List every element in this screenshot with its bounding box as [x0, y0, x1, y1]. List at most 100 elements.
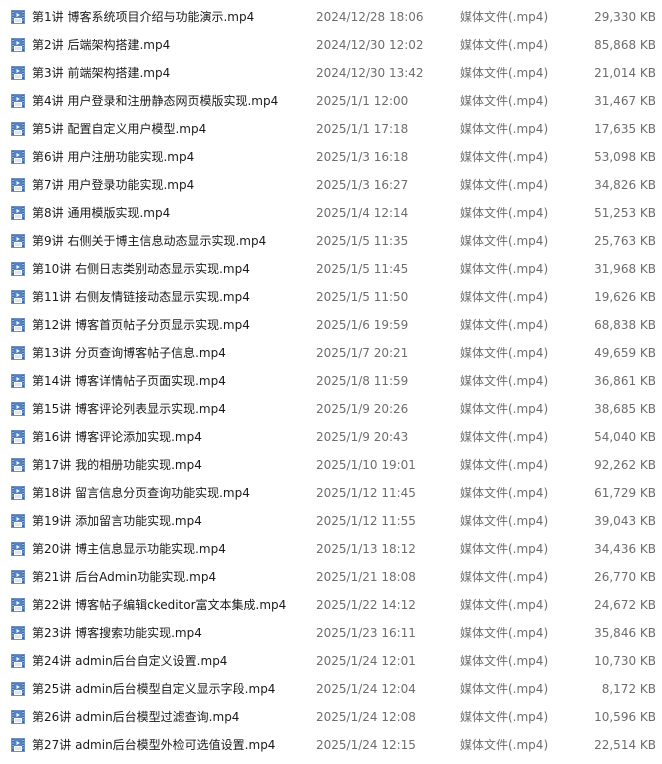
file-size: 92,262 KB [594, 458, 656, 472]
file-type: 媒体文件(.mp4) [460, 710, 549, 724]
video-file-icon [10, 233, 26, 249]
video-file-icon [10, 401, 26, 417]
file-modified-date: 2025/1/3 16:27 [316, 178, 409, 192]
file-type: 媒体文件(.mp4) [460, 682, 549, 696]
file-row[interactable]: 第20讲 博主信息显示功能实现.mp4 2025/1/13 18:12 媒体文件… [0, 535, 662, 563]
file-size: 38,685 KB [594, 402, 656, 416]
video-file-icon [10, 317, 26, 333]
file-name: 第11讲 右侧友情链接动态显示实现.mp4 [32, 290, 250, 304]
file-name: 第18讲 留言信息分页查询功能实现.mp4 [32, 486, 250, 500]
file-size: 26,770 KB [594, 570, 656, 584]
file-modified-date: 2025/1/1 12:00 [316, 94, 409, 108]
file-name: 第3讲 前端架构搭建.mp4 [32, 66, 171, 80]
file-modified-date: 2025/1/24 12:08 [316, 710, 416, 724]
file-name: 第7讲 用户登录功能实现.mp4 [32, 178, 195, 192]
file-modified-date: 2025/1/1 17:18 [316, 122, 409, 136]
file-name: 第26讲 admin后台模型过滤查询.mp4 [32, 710, 240, 724]
file-row[interactable]: 第26讲 admin后台模型过滤查询.mp4 2025/1/24 12:08 媒… [0, 703, 662, 731]
file-size: 68,838 KB [594, 318, 656, 332]
file-row[interactable]: 第25讲 admin后台模型自定义显示字段.mp4 2025/1/24 12:0… [0, 675, 662, 703]
video-file-icon [10, 625, 26, 641]
file-name: 第10讲 右侧日志类别动态显示实现.mp4 [32, 262, 250, 276]
file-row[interactable]: 第24讲 admin后台自定义设置.mp4 2025/1/24 12:01 媒体… [0, 647, 662, 675]
file-modified-date: 2025/1/13 18:12 [316, 542, 416, 556]
file-row[interactable]: 第11讲 右侧友情链接动态显示实现.mp4 2025/1/5 11:50 媒体文… [0, 283, 662, 311]
file-row[interactable]: 第9讲 右侧关于博主信息动态显示实现.mp4 2025/1/5 11:35 媒体… [0, 227, 662, 255]
file-row[interactable]: 第2讲 后端架构搭建.mp4 2024/12/30 12:02 媒体文件(.mp… [0, 31, 662, 59]
file-row[interactable]: 第8讲 通用模版实现.mp4 2025/1/4 12:14 媒体文件(.mp4)… [0, 199, 662, 227]
file-name: 第2讲 后端架构搭建.mp4 [32, 38, 171, 52]
file-type: 媒体文件(.mp4) [460, 178, 549, 192]
video-file-icon [10, 485, 26, 501]
file-row[interactable]: 第19讲 添加留言功能实现.mp4 2025/1/12 11:55 媒体文件(.… [0, 507, 662, 535]
file-type: 媒体文件(.mp4) [460, 38, 549, 52]
file-row[interactable]: 第22讲 博客帖子编辑ckeditor富文本集成.mp4 2025/1/22 1… [0, 591, 662, 619]
file-row[interactable]: 第6讲 用户注册功能实现.mp4 2025/1/3 16:18 媒体文件(.mp… [0, 143, 662, 171]
file-row[interactable]: 第12讲 博客首页帖子分页显示实现.mp4 2025/1/6 19:59 媒体文… [0, 311, 662, 339]
file-list: 第1讲 博客系统项目介绍与功能演示.mp4 2024/12/28 18:06 媒… [0, 0, 662, 759]
file-row[interactable]: 第16讲 博客评论添加实现.mp4 2025/1/9 20:43 媒体文件(.m… [0, 423, 662, 451]
file-row[interactable]: 第15讲 博客评论列表显示实现.mp4 2025/1/9 20:26 媒体文件(… [0, 395, 662, 423]
file-modified-date: 2025/1/22 14:12 [316, 598, 416, 612]
file-modified-date: 2025/1/23 16:11 [316, 626, 416, 640]
file-row[interactable]: 第3讲 前端架构搭建.mp4 2024/12/30 13:42 媒体文件(.mp… [0, 59, 662, 87]
video-file-icon [10, 37, 26, 53]
file-row[interactable]: 第23讲 博客搜索功能实现.mp4 2025/1/23 16:11 媒体文件(.… [0, 619, 662, 647]
file-modified-date: 2024/12/30 13:42 [316, 66, 424, 80]
video-file-icon [10, 513, 26, 529]
file-modified-date: 2025/1/4 12:14 [316, 206, 409, 220]
file-size: 53,098 KB [594, 150, 656, 164]
video-file-icon [10, 261, 26, 277]
file-name: 第25讲 admin后台模型自定义显示字段.mp4 [32, 682, 276, 696]
file-row[interactable]: 第14讲 博客详情帖子页面实现.mp4 2025/1/8 11:59 媒体文件(… [0, 367, 662, 395]
file-row[interactable]: 第4讲 用户登录和注册静态网页模版实现.mp4 2025/1/1 12:00 媒… [0, 87, 662, 115]
file-type: 媒体文件(.mp4) [460, 10, 549, 24]
video-file-icon [10, 345, 26, 361]
video-file-icon [10, 597, 26, 613]
file-name: 第27讲 admin后台模型外检可选值设置.mp4 [32, 738, 276, 752]
file-row[interactable]: 第7讲 用户登录功能实现.mp4 2025/1/3 16:27 媒体文件(.mp… [0, 171, 662, 199]
file-name: 第15讲 博客评论列表显示实现.mp4 [32, 402, 226, 416]
file-name: 第8讲 通用模版实现.mp4 [32, 206, 171, 220]
file-row[interactable]: 第5讲 配置自定义用户模型.mp4 2025/1/1 17:18 媒体文件(.m… [0, 115, 662, 143]
file-name: 第1讲 博客系统项目介绍与功能演示.mp4 [32, 10, 255, 24]
file-name: 第12讲 博客首页帖子分页显示实现.mp4 [32, 318, 250, 332]
file-row[interactable]: 第10讲 右侧日志类别动态显示实现.mp4 2025/1/5 11:45 媒体文… [0, 255, 662, 283]
file-row[interactable]: 第17讲 我的相册功能实现.mp4 2025/1/10 19:01 媒体文件(.… [0, 451, 662, 479]
file-name: 第23讲 博客搜索功能实现.mp4 [32, 626, 202, 640]
file-row[interactable]: 第13讲 分页查询博客帖子信息.mp4 2025/1/7 20:21 媒体文件(… [0, 339, 662, 367]
file-modified-date: 2025/1/12 11:55 [316, 514, 416, 528]
video-file-icon [10, 429, 26, 445]
file-row[interactable]: 第18讲 留言信息分页查询功能实现.mp4 2025/1/12 11:45 媒体… [0, 479, 662, 507]
file-type: 媒体文件(.mp4) [460, 542, 549, 556]
file-name: 第22讲 博客帖子编辑ckeditor富文本集成.mp4 [32, 598, 287, 612]
video-file-icon [10, 737, 26, 753]
file-type: 媒体文件(.mp4) [460, 66, 549, 80]
file-row[interactable]: 第1讲 博客系统项目介绍与功能演示.mp4 2024/12/28 18:06 媒… [0, 3, 662, 31]
file-type: 媒体文件(.mp4) [460, 234, 549, 248]
file-name: 第24讲 admin后台自定义设置.mp4 [32, 654, 228, 668]
file-name: 第13讲 分页查询博客帖子信息.mp4 [32, 346, 226, 360]
file-name: 第4讲 用户登录和注册静态网页模版实现.mp4 [32, 94, 279, 108]
file-modified-date: 2025/1/21 18:08 [316, 570, 416, 584]
file-modified-date: 2025/1/12 11:45 [316, 486, 416, 500]
file-row[interactable]: 第27讲 admin后台模型外检可选值设置.mp4 2025/1/24 12:1… [0, 731, 662, 759]
file-type: 媒体文件(.mp4) [460, 150, 549, 164]
file-modified-date: 2025/1/5 11:50 [316, 290, 409, 304]
file-modified-date: 2025/1/6 19:59 [316, 318, 409, 332]
file-name: 第16讲 博客评论添加实现.mp4 [32, 430, 202, 444]
video-file-icon [10, 373, 26, 389]
file-row[interactable]: 第21讲 后台Admin功能实现.mp4 2025/1/21 18:08 媒体文… [0, 563, 662, 591]
file-size: 54,040 KB [594, 430, 656, 444]
file-modified-date: 2025/1/8 11:59 [316, 374, 409, 388]
file-size: 85,868 KB [594, 38, 656, 52]
video-file-icon [10, 457, 26, 473]
file-size: 22,514 KB [594, 738, 656, 752]
file-size: 29,330 KB [594, 10, 656, 24]
video-file-icon [10, 541, 26, 557]
video-file-icon [10, 653, 26, 669]
video-file-icon [10, 289, 26, 305]
file-type: 媒体文件(.mp4) [460, 570, 549, 584]
video-file-icon [10, 205, 26, 221]
file-modified-date: 2025/1/5 11:45 [316, 262, 409, 276]
